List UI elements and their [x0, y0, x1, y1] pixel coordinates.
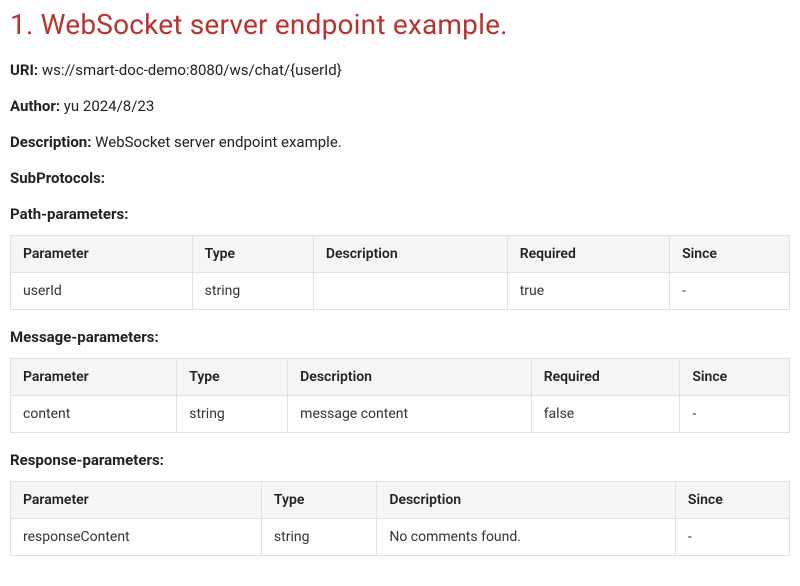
- cell-description: message content: [288, 396, 532, 433]
- description-value: WebSocket server endpoint example.: [95, 133, 342, 151]
- col-since: Since: [675, 482, 789, 519]
- subprotocols-label: SubProtocols:: [10, 169, 790, 187]
- table-header-row: Parameter Type Description Since: [11, 482, 790, 519]
- author-label: Author:: [10, 97, 60, 115]
- col-parameter: Parameter: [11, 359, 177, 396]
- col-required: Required: [507, 236, 669, 273]
- col-type: Type: [261, 482, 376, 519]
- cell-since: -: [680, 396, 790, 433]
- response-parameters-table: Parameter Type Description Since respons…: [10, 481, 790, 556]
- path-parameters-label: Path-parameters:: [10, 205, 790, 223]
- page-title: 1. WebSocket server endpoint example.: [10, 8, 790, 41]
- message-parameters-label: Message-parameters:: [10, 328, 790, 346]
- table-row: userId string true -: [11, 273, 790, 310]
- table-row: content string message content false -: [11, 396, 790, 433]
- uri-value: ws://smart-doc-demo:8080/ws/chat/{userId…: [42, 61, 342, 79]
- table-row: responseContent string No comments found…: [11, 519, 790, 556]
- path-parameters-table: Parameter Type Description Required Sinc…: [10, 235, 790, 310]
- cell-parameter: content: [11, 396, 177, 433]
- cell-type: string: [192, 273, 313, 310]
- cell-since: -: [670, 273, 790, 310]
- col-type: Type: [192, 236, 313, 273]
- cell-description: No comments found.: [377, 519, 676, 556]
- cell-description: [313, 273, 507, 310]
- col-since: Since: [680, 359, 790, 396]
- cell-required: false: [531, 396, 680, 433]
- response-parameters-label: Response-parameters:: [10, 451, 790, 469]
- col-description: Description: [313, 236, 507, 273]
- col-description: Description: [288, 359, 532, 396]
- table-header-row: Parameter Type Description Required Sinc…: [11, 236, 790, 273]
- description-field: Description: WebSocket server endpoint e…: [10, 133, 790, 151]
- uri-field: URI: ws://smart-doc-demo:8080/ws/chat/{u…: [10, 61, 790, 79]
- table-header-row: Parameter Type Description Required Sinc…: [11, 359, 790, 396]
- cell-type: string: [261, 519, 376, 556]
- col-required: Required: [531, 359, 680, 396]
- col-type: Type: [177, 359, 288, 396]
- col-parameter: Parameter: [11, 236, 193, 273]
- uri-label: URI:: [10, 61, 38, 79]
- cell-parameter: userId: [11, 273, 193, 310]
- author-field: Author: yu 2024/8/23: [10, 97, 790, 115]
- cell-type: string: [177, 396, 288, 433]
- message-parameters-table: Parameter Type Description Required Sinc…: [10, 358, 790, 433]
- col-description: Description: [377, 482, 676, 519]
- cell-parameter: responseContent: [11, 519, 262, 556]
- col-since: Since: [670, 236, 790, 273]
- col-parameter: Parameter: [11, 482, 262, 519]
- cell-since: -: [675, 519, 789, 556]
- author-value: yu 2024/8/23: [64, 97, 154, 115]
- description-label: Description:: [10, 133, 91, 151]
- cell-required: true: [507, 273, 669, 310]
